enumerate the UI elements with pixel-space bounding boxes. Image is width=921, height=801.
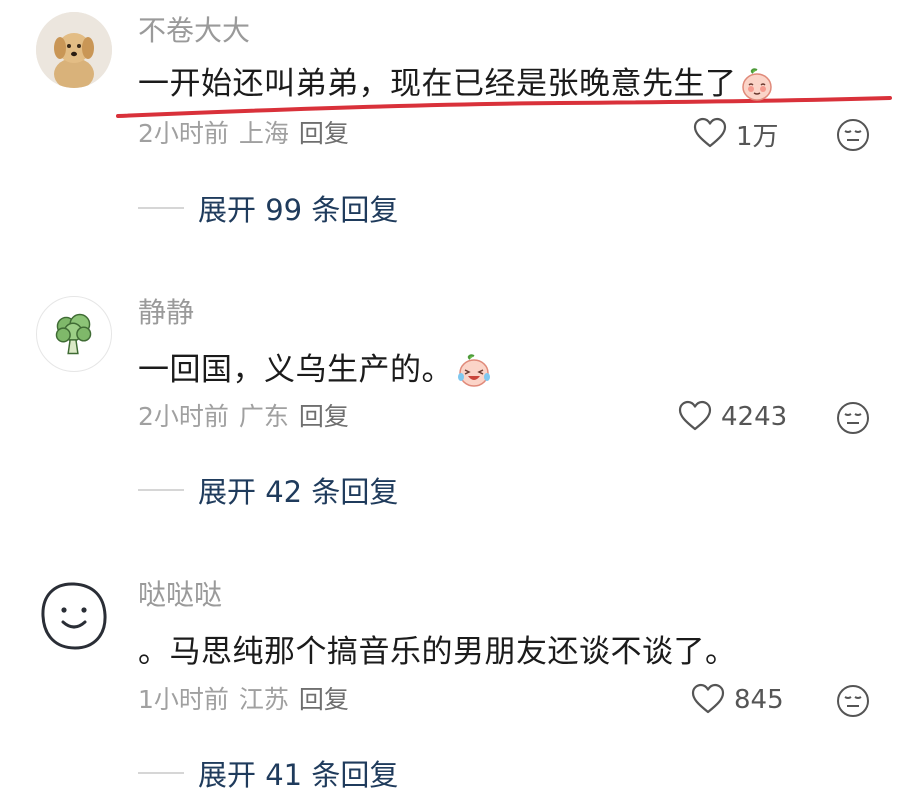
- comment-meta: 2小时前 上海 回复: [138, 118, 349, 150]
- comment-text-body: 一开始还叫弟弟，现在已经是张晚意先生了: [138, 66, 737, 102]
- comment-time: 1小时前: [138, 685, 229, 714]
- peach-laugh-cry-emoji-icon: [455, 352, 493, 398]
- comment-username[interactable]: 静静: [138, 296, 194, 330]
- like-button[interactable]: 4243: [677, 399, 787, 435]
- comment-username[interactable]: 不卷大大: [138, 14, 250, 48]
- comment-time: 2小时前: [138, 119, 229, 148]
- heart-icon: [678, 400, 712, 431]
- like-button[interactable]: 1万: [692, 116, 779, 152]
- comment-username[interactable]: 哒哒哒: [138, 578, 222, 612]
- expand-replies-button[interactable]: 展开 99 条回复: [138, 188, 398, 228]
- expand-replies-label: 展开 42 条回复: [198, 475, 399, 509]
- comment-meta: 2小时前 广东 回复: [138, 401, 349, 433]
- like-count: 1万: [736, 121, 779, 152]
- comment-thread: 不卷大大 一开始还叫弟弟，现在已经是张晚意先生了 2小时前 上海 回复 1万 展…: [0, 0, 921, 801]
- reply-button[interactable]: 回复: [299, 119, 349, 148]
- comment-location: 江苏: [238, 685, 289, 714]
- reply-button[interactable]: 回复: [299, 685, 349, 714]
- expand-divider-line: [138, 489, 184, 491]
- neutral-face-icon[interactable]: [835, 400, 871, 436]
- expand-replies-label: 展开 99 条回复: [198, 193, 399, 227]
- expand-replies-label: 展开 41 条回复: [198, 758, 399, 792]
- peach-shy-emoji-icon: [739, 66, 775, 112]
- heart-icon: [693, 117, 727, 148]
- like-button[interactable]: 845: [690, 682, 784, 718]
- expand-replies-button[interactable]: 展开 41 条回复: [138, 753, 398, 793]
- comment-location: 广东: [238, 402, 289, 431]
- neutral-face-icon[interactable]: [835, 117, 871, 153]
- comment-location: 上海: [238, 119, 289, 148]
- comment-text: 。马思纯那个搞音乐的男朋友还谈不谈了。: [138, 634, 737, 670]
- comment-time: 2小时前: [138, 402, 229, 431]
- comment-text: 一开始还叫弟弟，现在已经是张晚意先生了: [138, 64, 775, 112]
- broccoli-avatar-icon[interactable]: [36, 296, 112, 372]
- expand-divider-line: [138, 772, 184, 774]
- like-count: 845: [734, 685, 784, 715]
- expand-replies-button[interactable]: 展开 42 条回复: [138, 470, 398, 510]
- smiley-sketch-avatar-icon[interactable]: [36, 578, 112, 654]
- comment-text: 一回国，义乌生产的。: [138, 350, 493, 398]
- expand-divider-line: [138, 207, 184, 209]
- neutral-face-icon[interactable]: [835, 683, 871, 719]
- like-count: 4243: [721, 402, 788, 432]
- puppy-avatar-icon[interactable]: [36, 12, 112, 88]
- heart-icon: [691, 683, 725, 714]
- comment-meta: 1小时前 江苏 回复: [138, 684, 349, 716]
- comment-text-body: 一回国，义乌生产的。: [138, 352, 453, 388]
- reply-button[interactable]: 回复: [299, 402, 349, 431]
